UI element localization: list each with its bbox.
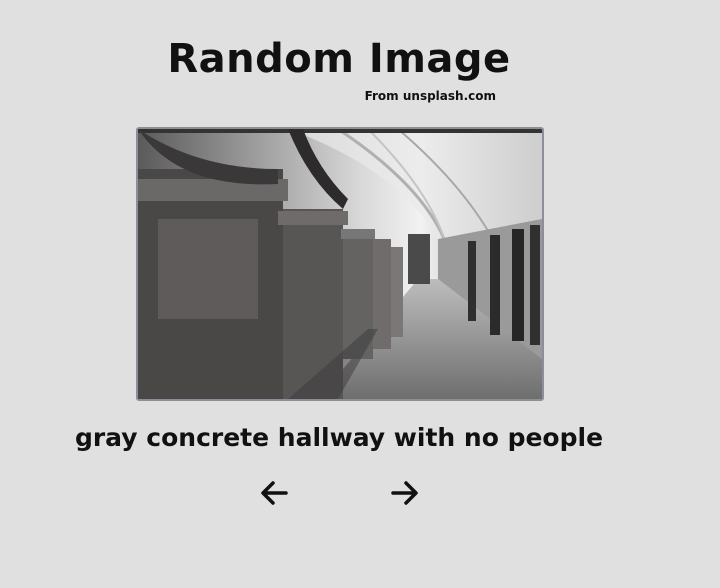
random-photo — [136, 127, 544, 401]
source-subtitle: From unsplash.com — [364, 89, 496, 103]
image-caption: gray concrete hallway with no people — [74, 423, 604, 452]
previous-image-button[interactable] — [254, 474, 294, 514]
page-title: Random Image — [167, 36, 511, 82]
next-image-button[interactable] — [385, 474, 425, 514]
arrow-left-icon — [258, 479, 290, 510]
arrow-right-icon — [389, 479, 421, 510]
